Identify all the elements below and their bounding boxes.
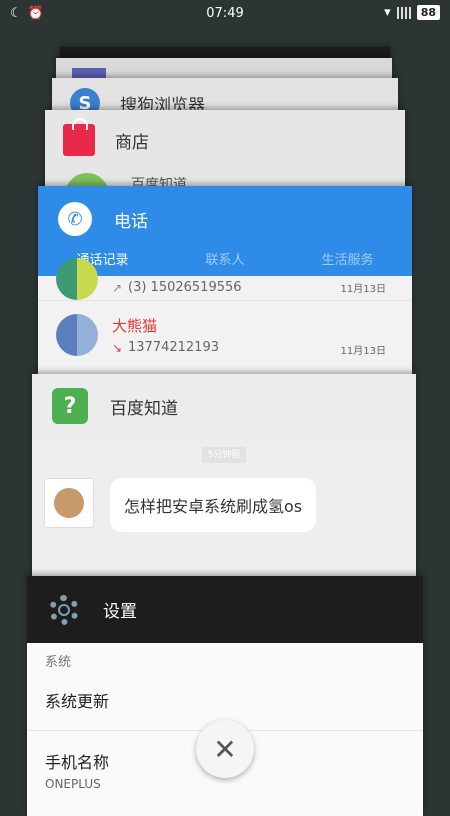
gear-icon xyxy=(49,594,79,625)
section-header: 系统 xyxy=(45,655,72,670)
app-title: 设置 xyxy=(103,602,137,622)
app-title: 电话 xyxy=(114,211,148,232)
phone-header: ✆ 电话 通话记录 联系人 生活服务 xyxy=(38,186,412,276)
settings-item-value: ONEPLUS xyxy=(45,777,101,791)
message-timestamp: 5分钟前 xyxy=(201,447,247,463)
close-icon: ✕ xyxy=(213,732,237,766)
outgoing-call-icon: ↗ xyxy=(112,281,123,295)
contact-avatar xyxy=(56,258,98,300)
settings-header: 设置 xyxy=(27,576,423,643)
call-row[interactable]: ↗ (3) 15026519556 11月13日 xyxy=(38,258,412,301)
user-avatar xyxy=(44,478,94,528)
baidu-zhidao-icon: ? xyxy=(52,388,88,424)
message-bubble: 怎样把安卓系统刷成氢os xyxy=(110,478,317,532)
phone-icon: ✆ xyxy=(58,202,92,236)
wifi-icon: ▾ xyxy=(384,5,391,20)
call-number: 13774212193 xyxy=(128,340,219,355)
status-bar: ☾ ⏰ 07:49 ▾ 88 xyxy=(0,0,450,28)
app-title: 百度知道 xyxy=(110,398,178,419)
missed-call-icon: ↘ xyxy=(112,341,123,355)
battery-icon: 88 xyxy=(416,5,440,20)
call-date: 11月13日 xyxy=(340,346,386,357)
call-date: 11月13日 xyxy=(340,284,386,295)
shopping-bag-icon xyxy=(63,118,95,156)
contact-avatar xyxy=(56,314,98,356)
recent-card-settings[interactable]: 设置 系统 系统更新 手机名称 ONEPLUS xyxy=(27,576,423,816)
contact-name: 大熊猫 xyxy=(112,317,158,335)
signal-icon xyxy=(396,6,411,19)
app-title: 商店 xyxy=(115,132,149,153)
close-all-button[interactable]: ✕ xyxy=(196,720,254,778)
settings-item-label: 系统更新 xyxy=(45,692,110,711)
call-number: (3) 15026519556 xyxy=(128,280,242,295)
call-row[interactable]: 大熊猫 ↘ 13774212193 11月13日 xyxy=(38,301,412,371)
recent-card-phone[interactable]: ✆ 电话 通话记录 联系人 生活服务 ↗ (3) 15026519556 11月… xyxy=(38,186,412,376)
status-time: 07:49 xyxy=(206,6,244,21)
recent-card-baidu-zhidao[interactable]: ? 百度知道 5分钟前 怎样把安卓系统刷成氢os xyxy=(32,374,416,584)
